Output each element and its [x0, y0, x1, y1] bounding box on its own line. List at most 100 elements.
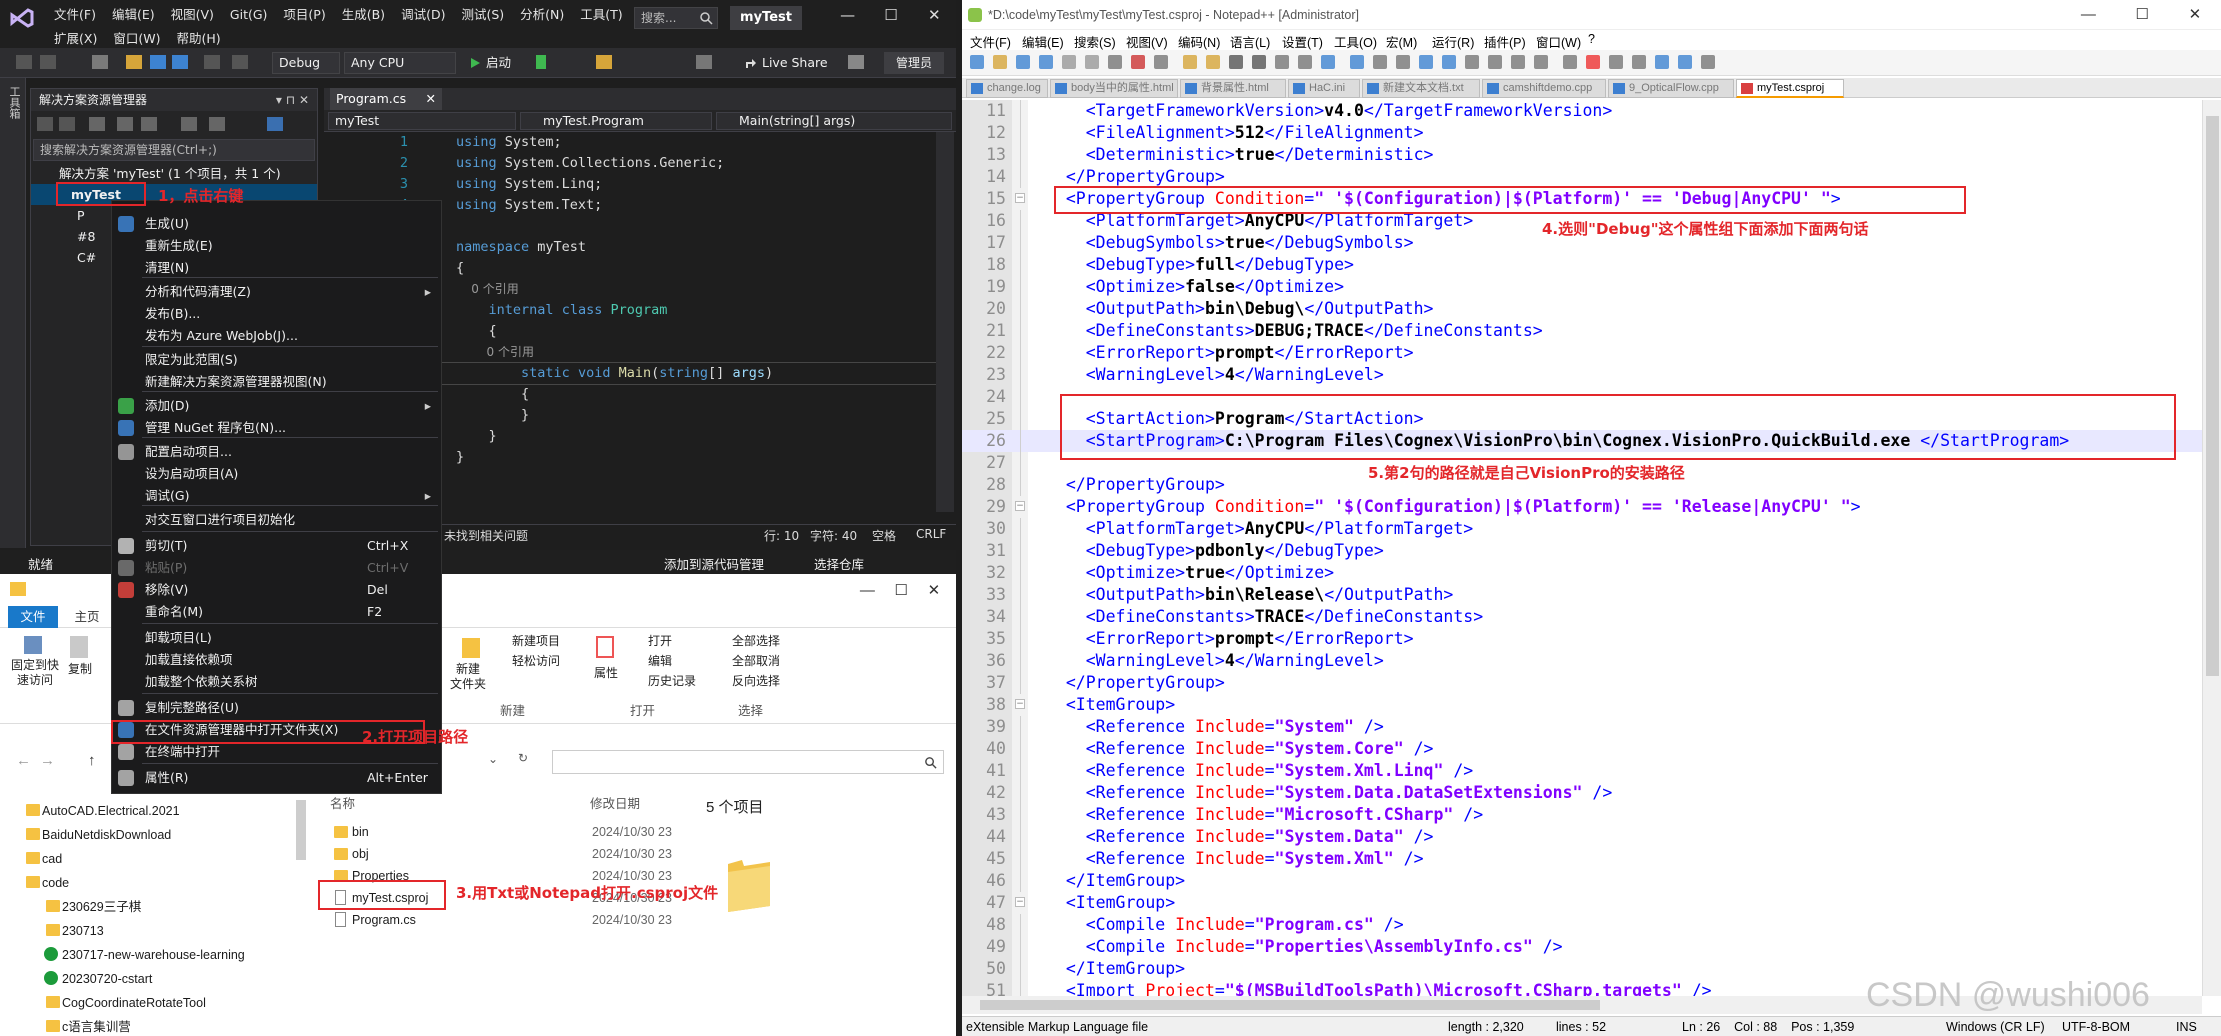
file-row[interactable]: Program.cs 2024/10/30 23 — [318, 910, 672, 930]
open-folder-icon[interactable] — [126, 55, 142, 69]
toolbar-icon[interactable] — [1534, 55, 1548, 69]
toolbar-icon[interactable] — [1350, 55, 1364, 69]
nav-item[interactable]: 230717-new-warehouse-learning — [44, 944, 245, 966]
copy-button[interactable]: 复制 — [68, 662, 92, 677]
toolbar-icon[interactable] — [1586, 55, 1600, 69]
forward-arrow-icon[interactable]: → — [40, 752, 55, 769]
toolbar-icon[interactable] — [1229, 55, 1243, 69]
feedback-icon[interactable] — [848, 55, 864, 69]
properties-button[interactable]: 属性 — [594, 666, 618, 681]
toolbar-icon[interactable] — [1131, 55, 1145, 69]
notepad-vertical-scrollbar[interactable] — [2202, 100, 2221, 996]
configuration-dropdown[interactable]: Debug — [272, 52, 340, 74]
back-icon[interactable] — [16, 55, 32, 69]
platform-dropdown[interactable]: Any CPU — [344, 52, 456, 74]
toolbar-icon[interactable] — [1321, 55, 1335, 69]
vs-menu-item[interactable]: 工具(T) — [572, 4, 630, 26]
project-dropdown[interactable]: myTest — [328, 112, 516, 130]
select-all-button[interactable]: 全部选择 — [732, 634, 780, 649]
notepad-menu-item[interactable]: 工具(O) — [1334, 32, 1377, 51]
notepad-menu-item[interactable]: 插件(P) — [1484, 32, 1526, 51]
toolbar-icon[interactable] — [1678, 55, 1692, 69]
vs-menu-item[interactable]: 帮助(H) — [168, 28, 228, 50]
nav-item[interactable]: AutoCAD.Electrical.2021 — [26, 800, 180, 822]
notepad-tab[interactable]: 9_OpticalFlow.cpp — [1608, 79, 1734, 98]
fold-minus-icon[interactable]: − — [1015, 897, 1025, 907]
close-button[interactable]: ✕ — [2189, 0, 2202, 30]
toolbar-icon[interactable] — [1039, 55, 1053, 69]
vs-menu-item[interactable]: 窗口(W) — [105, 28, 168, 50]
home-icon[interactable] — [59, 117, 75, 131]
notepad-tab[interactable]: body当中的属性.html — [1050, 79, 1178, 98]
add-source-control[interactable]: 添加到源代码管理 — [664, 554, 764, 573]
toolbar-icon[interactable] — [1563, 55, 1577, 69]
nav-item[interactable]: code — [26, 872, 69, 894]
show-all-icon[interactable] — [181, 117, 197, 131]
redo-icon[interactable] — [232, 55, 248, 69]
minimize-button[interactable]: — — [833, 6, 863, 30]
tab-program-cs[interactable]: Program.cs ✕ — [330, 88, 442, 110]
toolbar-icon[interactable] — [1609, 55, 1623, 69]
menu-item[interactable]: 设为启动项目(A) — [112, 463, 441, 485]
select-none-button[interactable]: 全部取消 — [732, 654, 780, 669]
toolbar-icon[interactable] — [1701, 55, 1715, 69]
invert-selection-button[interactable]: 反向选择 — [732, 674, 780, 689]
run-without-debug-icon[interactable] — [536, 55, 546, 69]
preview-icon[interactable] — [267, 117, 283, 131]
forward-icon[interactable] — [40, 55, 56, 69]
minimize-button[interactable]: — — [860, 582, 875, 599]
nav-item[interactable]: 230713 — [46, 920, 104, 942]
nav-item[interactable]: cad — [26, 848, 62, 870]
tab-file[interactable]: 文件 — [8, 606, 58, 628]
scroll-thumb[interactable] — [2206, 116, 2219, 676]
notepad-tab[interactable]: camshiftdemo.cpp — [1482, 79, 1606, 98]
menu-item[interactable]: 移除(V) Del — [112, 579, 441, 601]
minimize-button[interactable]: — — [2081, 0, 2096, 30]
menu-item[interactable]: 限定为此范围(S) — [112, 349, 441, 371]
maximize-button[interactable]: ☐ — [894, 581, 907, 599]
menu-item[interactable]: 添加(D) ▸ — [112, 395, 441, 417]
maximize-button[interactable]: ☐ — [2135, 0, 2148, 30]
new-item-button[interactable]: 新建项目 — [512, 634, 560, 649]
refresh-icon[interactable]: ↻ — [518, 751, 528, 765]
back-icon[interactable] — [37, 117, 53, 131]
toolbar-icon[interactable] — [1183, 55, 1197, 69]
notepad-tab[interactable]: change.log — [966, 79, 1048, 98]
tool-icon[interactable] — [596, 55, 612, 69]
column-name[interactable]: 名称 — [330, 794, 355, 814]
vs-menu-item[interactable]: 项目(P) — [275, 4, 333, 26]
notepad-menu-item[interactable]: 文件(F) — [970, 32, 1011, 51]
toolbar-icon[interactable] — [1275, 55, 1289, 69]
notepad-menu-item[interactable]: 宏(M) — [1386, 32, 1417, 51]
vs-search-box[interactable]: 搜索... — [634, 7, 718, 29]
toolbar-icon[interactable] — [1373, 55, 1387, 69]
toolbar-icon[interactable] — [1488, 55, 1502, 69]
tab-home[interactable]: 主页 — [62, 606, 112, 628]
edit-button[interactable]: 编辑 — [648, 654, 672, 669]
toolbar-icon[interactable] — [1442, 55, 1456, 69]
new-project-icon[interactable] — [92, 55, 108, 69]
menu-item[interactable]: 管理 NuGet 程序包(N)... — [112, 417, 441, 439]
close-icon[interactable]: ✕ — [426, 88, 436, 110]
start-button[interactable]: 启动 — [466, 52, 530, 74]
menu-item[interactable]: 新建解决方案资源管理器视图(N) — [112, 371, 441, 393]
column-date[interactable]: 修改日期 — [590, 794, 640, 814]
history-button[interactable]: 历史记录 — [648, 674, 696, 689]
save-icon[interactable] — [150, 55, 166, 69]
menu-item[interactable]: 重新生成(E) — [112, 235, 441, 257]
menu-item[interactable]: 分析和代码清理(Z) ▸ — [112, 281, 441, 303]
notepad-menu-item[interactable]: 编码(N) — [1178, 32, 1220, 51]
file-row[interactable]: obj 2024/10/30 23 — [318, 844, 672, 864]
toolbox-side-tab[interactable]: 工具箱 — [0, 78, 26, 548]
toolbar-icon[interactable] — [1511, 55, 1525, 69]
new-folder-button[interactable]: 新建 文件夹 — [450, 662, 486, 692]
vs-menu-item[interactable]: 视图(V) — [163, 4, 222, 26]
notepad-menu-item[interactable]: 搜索(S) — [1074, 32, 1116, 51]
menu-item[interactable]: 重命名(M) F2 — [112, 601, 441, 623]
refresh-icon[interactable] — [117, 117, 133, 131]
menu-item[interactable]: 对交互窗口进行项目初始化 — [112, 509, 441, 531]
vs-menu-item[interactable]: 编辑(E) — [104, 4, 163, 26]
vs-menu-item[interactable]: 文件(F) — [46, 4, 104, 26]
menu-item[interactable]: 复制完整路径(U) — [112, 697, 441, 719]
undo-icon[interactable] — [204, 55, 220, 69]
